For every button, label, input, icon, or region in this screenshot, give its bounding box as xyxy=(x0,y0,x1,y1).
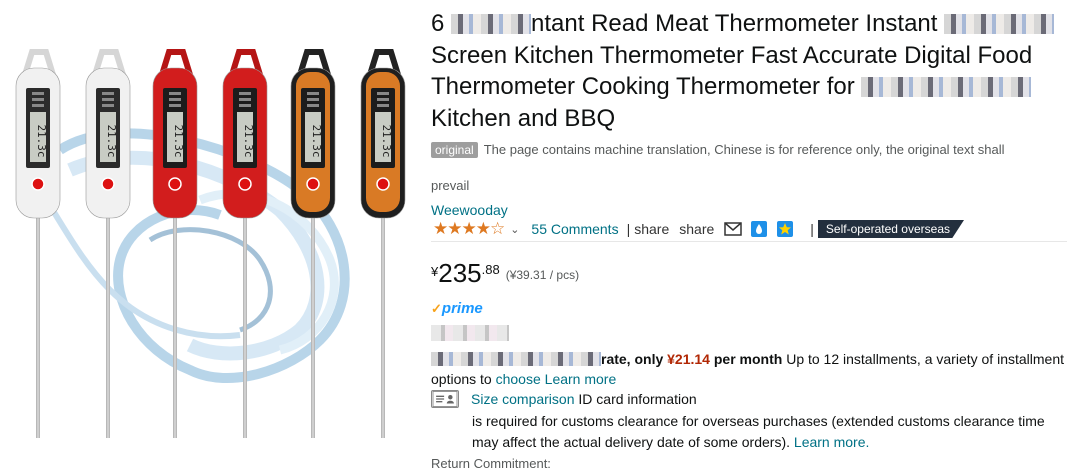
title-part: Kitchen and BBQ xyxy=(431,104,616,132)
translation-notice: original The page contains machine transl… xyxy=(431,142,1004,158)
power-button xyxy=(168,177,182,191)
comments-link[interactable]: 55 Comments xyxy=(531,221,618,237)
product-image[interactable]: 21.3c 21.3c 21.3c 21.3c 21.3c 21.3c xyxy=(0,0,418,466)
price-currency: ¥ xyxy=(431,264,439,279)
divider-line xyxy=(431,241,1067,242)
share-button[interactable]: share xyxy=(679,221,714,237)
power-button xyxy=(101,177,115,191)
rating-row: ★★★★☆ ⌄ 55 Comments | share share | Self… xyxy=(433,219,964,239)
product-info: 6 ntant Read Meat Thermometer Instant Sc… xyxy=(431,0,1072,471)
lcd-reading: 21.3c xyxy=(172,124,185,157)
power-button xyxy=(306,177,320,191)
size-comparison-link[interactable]: Size comparison xyxy=(471,389,575,409)
thermometer: 21.3c xyxy=(290,49,336,438)
customs-learn-more-link[interactable]: Learn more. xyxy=(794,434,869,450)
unit-price: (¥39.31 / pcs) xyxy=(505,268,580,282)
star-share-icon[interactable] xyxy=(776,221,794,237)
thermometer: 21.3c xyxy=(360,49,406,438)
id-info-label: ID card information xyxy=(578,391,697,407)
brand-link[interactable]: Weewooday xyxy=(431,202,508,218)
blurred-text xyxy=(944,14,1055,34)
notice-continued: prevail xyxy=(431,178,470,193)
price-fraction: .88 xyxy=(481,262,500,277)
power-button xyxy=(238,177,252,191)
size-comparison-row: Size comparison ID card information xyxy=(431,389,697,409)
prime-check-icon: ✓ xyxy=(431,301,442,316)
title-part: ntant Read Meat Thermometer Instant xyxy=(531,10,945,37)
customs-notice: is required for customs clearance for ov… xyxy=(472,411,1072,453)
prime-badge: ✓prime xyxy=(431,300,483,317)
power-button xyxy=(376,177,390,191)
thermometer: 21.3c xyxy=(152,49,198,438)
divider: | xyxy=(626,221,631,237)
blurred-text xyxy=(431,352,601,366)
learn-more-link[interactable]: Learn more xyxy=(545,371,617,387)
lcd-reading: 21.3c xyxy=(35,124,48,157)
monthly-amount: ¥21.14 xyxy=(667,351,710,367)
price-block: ¥ 235 .88 (¥39.31 / pcs) xyxy=(431,258,579,288)
id-card-icon xyxy=(431,390,459,408)
product-image-panel[interactable]: 21.3c 21.3c 21.3c 21.3c 21.3c 21.3c xyxy=(0,0,418,466)
per-month-label: per month xyxy=(709,351,783,367)
lcd-reading: 21.3c xyxy=(105,124,118,157)
blurred-text xyxy=(451,14,532,34)
blurred-text xyxy=(861,77,1032,97)
chevron-down-icon[interactable]: ⌄ xyxy=(510,223,519,236)
original-badge[interactable]: original xyxy=(431,142,478,158)
star-rating[interactable]: ★★★★☆ xyxy=(433,219,505,239)
lcd-reading: 21.3c xyxy=(380,124,393,157)
price-whole: 235 xyxy=(438,258,482,288)
lcd-reading: 21.3c xyxy=(242,124,255,157)
divider: | xyxy=(810,221,814,237)
installment-rate: rate, only xyxy=(601,351,668,367)
return-commitment: Return Commitment: xyxy=(431,456,551,471)
product-title: 6 ntant Read Meat Thermometer Instant Sc… xyxy=(431,8,1071,134)
blurred-text xyxy=(431,325,509,341)
title-part: 6 xyxy=(431,10,452,37)
share-label: share xyxy=(634,221,670,237)
installment-info: rate, only ¥21.14 per month Up to 12 ins… xyxy=(431,349,1071,389)
email-icon[interactable] xyxy=(724,221,743,237)
thermometer: 21.3c xyxy=(15,49,61,438)
choose-link[interactable]: choose xyxy=(496,371,541,387)
power-button xyxy=(31,177,45,191)
prime-label: prime xyxy=(441,300,483,317)
notice-text: The page contains machine translation, C… xyxy=(483,142,1005,157)
lcd-reading: 21.3c xyxy=(310,124,323,157)
drop-share-icon[interactable] xyxy=(750,221,768,237)
customs-text: is required for customs clearance for ov… xyxy=(472,413,1045,450)
self-operated-badge: Self-operated overseas xyxy=(817,220,964,238)
